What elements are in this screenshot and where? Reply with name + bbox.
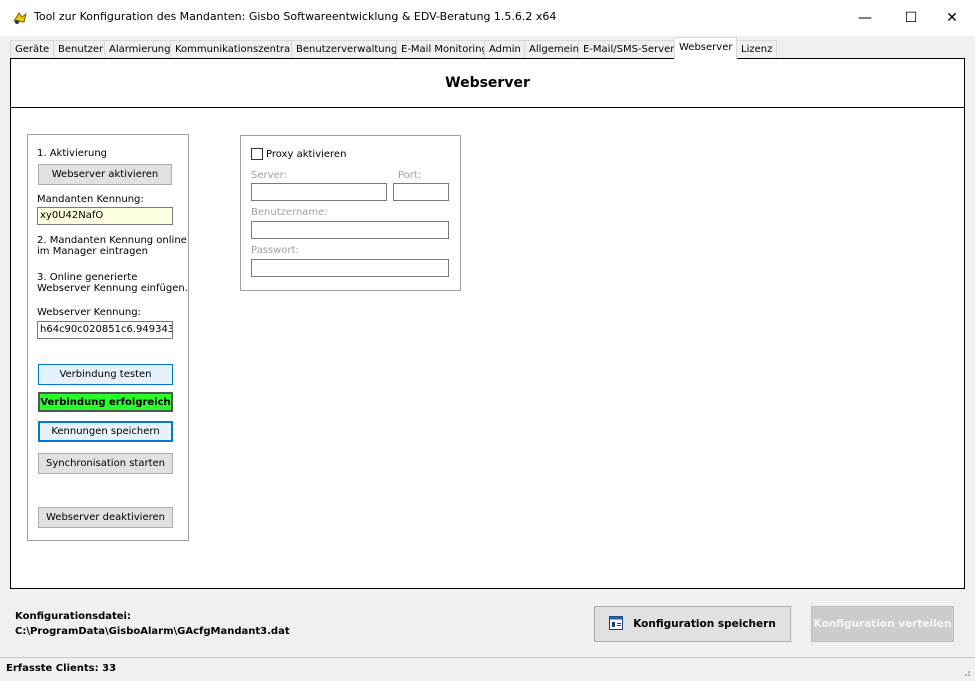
connection-status-badge: Verbindung erfolgreich: [38, 392, 173, 412]
password-label: Passwort:: [251, 245, 299, 256]
start-sync-button[interactable]: Synchronisation starten: [38, 453, 173, 474]
step2-label-line2: im Manager eintragen: [37, 246, 148, 257]
resize-grip-icon[interactable]: [961, 667, 971, 677]
tab-alarmierung[interactable]: Alarmierung: [104, 40, 176, 58]
page-title: Webserver: [10, 58, 965, 108]
webserver-id-field[interactable]: h64c90c020851c6.94934352: [37, 321, 173, 339]
maximize-button[interactable]: ☐: [888, 0, 934, 36]
window-title: Tool zur Konfiguration des Mandanten: Gi…: [34, 10, 557, 23]
deactivate-webserver-button[interactable]: Webserver deaktivieren: [38, 507, 173, 528]
save-config-icon: [609, 615, 624, 633]
proxy-username-input[interactable]: [251, 221, 449, 239]
app-icon: [12, 10, 28, 26]
step2-label-line1: 2. Mandanten Kennung online: [37, 235, 187, 246]
step3-label-line2: Webserver Kennung einfügen.: [37, 283, 188, 294]
step3-label-line1: 3. Online generierte: [37, 272, 138, 283]
save-config-button[interactable]: Konfiguration speichern: [594, 606, 791, 642]
proxy-password-input[interactable]: [251, 259, 449, 277]
distribute-config-button[interactable]: Konfiguration verteilen: [811, 606, 954, 642]
tab-kommunikationszentrale[interactable]: Kommunikationszentrale: [170, 40, 305, 58]
minimize-button[interactable]: —: [842, 0, 888, 36]
proxy-server-input[interactable]: [251, 183, 387, 201]
tab-benutzer[interactable]: Benutzer: [53, 40, 109, 58]
activate-webserver-button[interactable]: Webserver aktivieren: [38, 164, 172, 185]
close-button[interactable]: ✕: [929, 0, 975, 36]
tab-admin[interactable]: Admin: [484, 40, 526, 58]
tab-webserver[interactable]: Webserver: [674, 37, 738, 59]
test-connection-button[interactable]: Verbindung testen: [38, 364, 173, 385]
tab-allgemein[interactable]: Allgemein: [524, 40, 584, 58]
config-file-label: Konfigurationsdatei:: [15, 611, 131, 622]
status-clients-count: Erfasste Clients: 33: [6, 663, 117, 674]
mandant-id-field[interactable]: xy0U42NafO: [37, 207, 173, 225]
proxy-checkbox-label[interactable]: Proxy aktivieren: [266, 149, 346, 160]
tab-email-sms-server[interactable]: E-Mail/SMS-Server: [578, 40, 680, 58]
server-label: Server:: [251, 170, 287, 181]
status-bar: [0, 657, 975, 681]
proxy-checkbox[interactable]: [251, 148, 263, 160]
mandant-id-label: Mandanten Kennung:: [37, 194, 144, 205]
step1-label: 1. Aktivierung: [37, 148, 108, 159]
tab-benutzerverwaltung[interactable]: Benutzerverwaltung: [291, 40, 403, 58]
tab-geraete[interactable]: Geräte: [10, 40, 55, 58]
tab-lizenz[interactable]: Lizenz: [736, 40, 778, 58]
proxy-port-input[interactable]: [393, 183, 449, 201]
username-label: Benutzername:: [251, 207, 328, 218]
port-label: Port:: [398, 170, 422, 181]
tab-email-monitoring[interactable]: E-Mail Monitoring: [396, 40, 493, 58]
save-ids-button[interactable]: Kennungen speichern: [38, 421, 173, 442]
webserver-id-label: Webserver Kennung:: [37, 307, 141, 318]
save-config-label: Konfiguration speichern: [633, 618, 776, 630]
config-file-path: C:\ProgramData\GisboAlarm\GAcfgMandant3.…: [15, 626, 290, 637]
